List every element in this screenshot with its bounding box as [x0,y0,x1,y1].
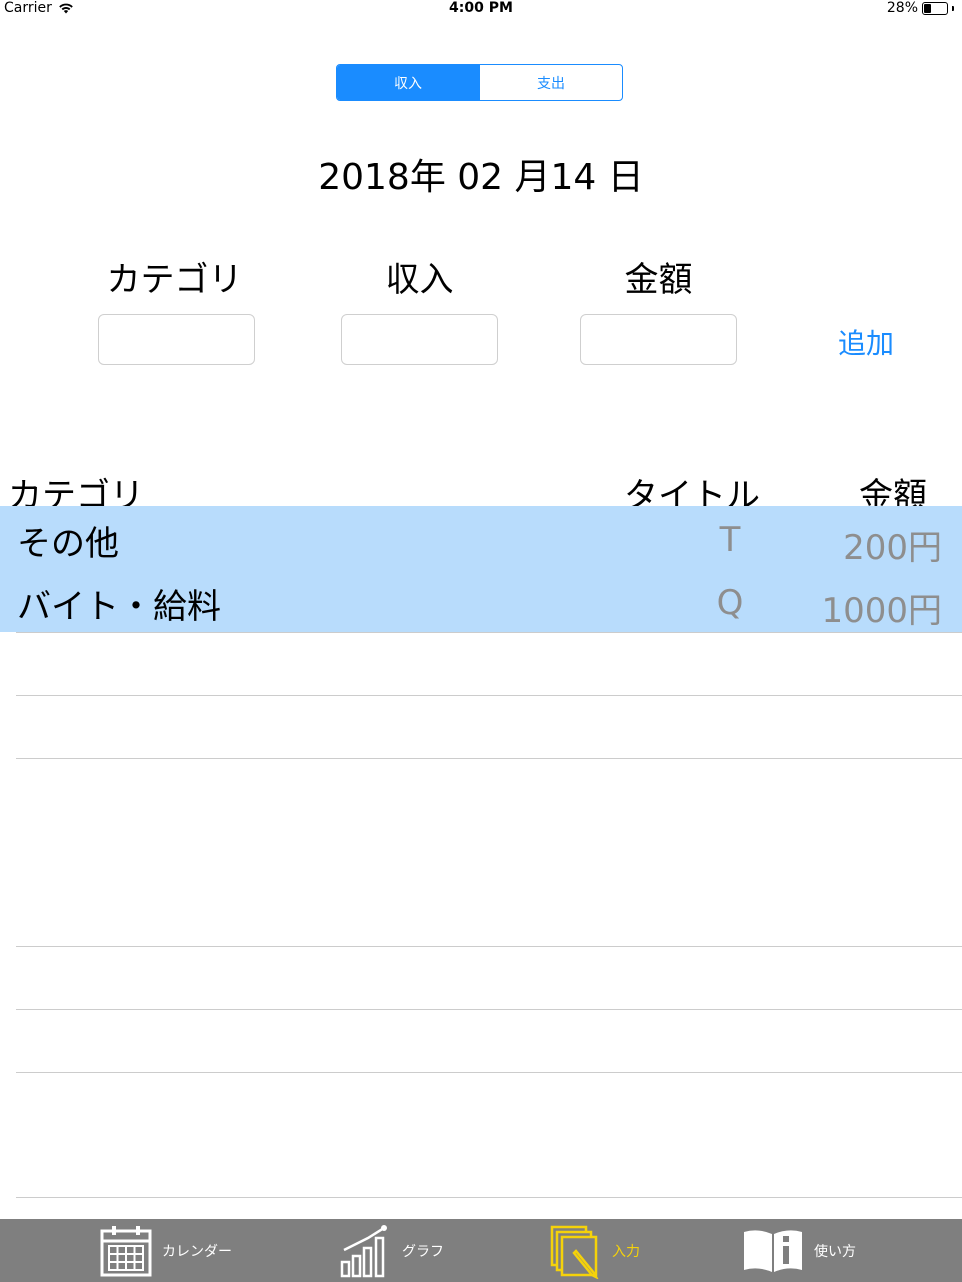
table-row[interactable]: バイト・給料 Q 1000円 [0,569,962,632]
row-separator [16,1072,962,1073]
row-separator [16,1009,962,1010]
entries-table: その他 T 200円 バイト・給料 Q 1000円 [0,506,962,632]
category-field-label: カテゴリ [106,260,243,300]
calendar-icon [100,1225,152,1276]
amount-input[interactable] [580,314,737,365]
battery-status: 28% [887,0,954,16]
segment-expense[interactable]: 支出 [479,65,622,100]
amount-field-label: 金額 [624,260,693,300]
tab-calendar[interactable]: カレンダー [100,1219,232,1282]
row-separator [16,1197,962,1198]
tab-graph[interactable]: グラフ [340,1219,444,1282]
segment-income[interactable]: 収入 [337,65,479,100]
row-amount: 200円 [843,528,942,568]
input-pencil-icon [550,1225,599,1279]
status-time: 4:00 PM [449,0,513,16]
row-separator [16,632,962,633]
row-category: その他 [17,524,119,564]
row-separator [16,946,962,947]
row-title: Q [716,583,744,623]
battery-icon [922,1,948,15]
date-label[interactable]: 2018年 02 月14 日 [0,148,962,200]
bar-chart-icon [340,1224,387,1277]
tab-howto[interactable]: 使い方 [742,1219,856,1282]
row-separator [16,695,962,696]
add-button[interactable]: 追加 [838,322,894,362]
tab-input[interactable]: 入力 [550,1219,640,1282]
category-input[interactable] [98,314,255,365]
tab-label: グラフ [402,1243,444,1260]
row-amount: 1000円 [821,591,942,631]
table-row[interactable]: その他 T 200円 [0,506,962,569]
tab-label: カレンダー [162,1243,232,1260]
row-title: T [719,520,741,560]
battery-percent: 28% [886,0,918,16]
title-input[interactable] [341,314,498,365]
row-separator [16,758,962,759]
tab-bar: カレンダー グラフ 入力 使い方 [0,1219,962,1282]
tab-label: 入力 [612,1243,640,1260]
type-field-label: 収入 [385,260,454,300]
status-bar: Carrier 4:00 PM 28% [0,0,962,18]
income-expense-segmented-control: 収入 支出 [336,64,623,101]
row-category: バイト・給料 [17,587,221,627]
tab-label: 使い方 [814,1243,856,1260]
info-book-icon [744,1229,802,1272]
